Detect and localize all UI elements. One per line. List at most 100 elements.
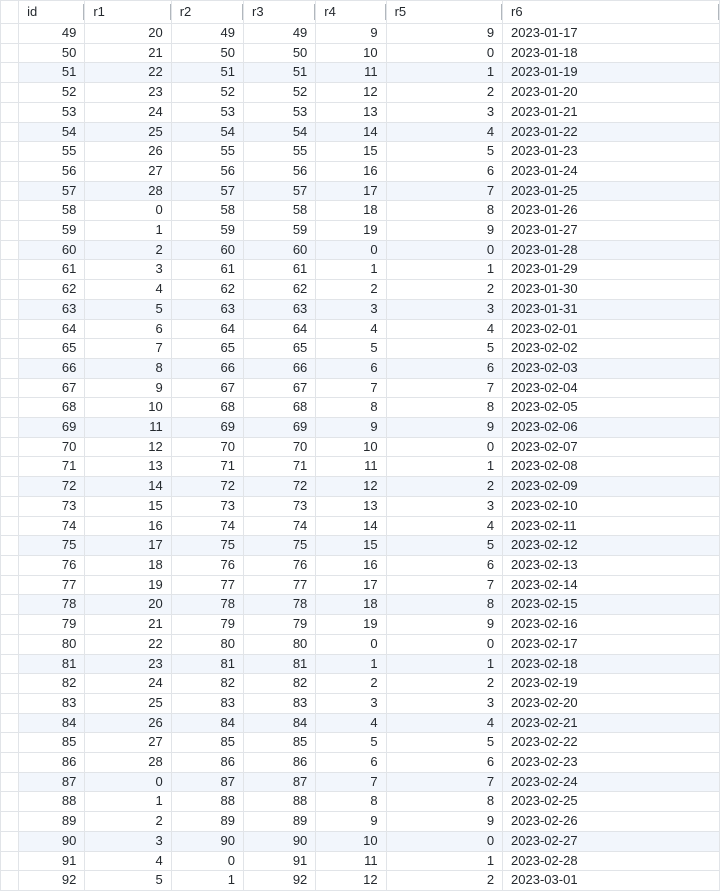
- cell-r6[interactable]: 2023-02-04: [503, 378, 720, 398]
- cell-r3[interactable]: 58: [243, 201, 315, 221]
- cell-r4[interactable]: 11: [316, 63, 386, 83]
- cell-r3[interactable]: 71: [243, 457, 315, 477]
- cell-r1[interactable]: 1: [85, 221, 171, 241]
- cell-r5[interactable]: 4: [386, 713, 502, 733]
- cell-r5[interactable]: 2: [386, 674, 502, 694]
- row-gutter[interactable]: [1, 299, 19, 319]
- cell-r1[interactable]: 16: [85, 516, 171, 536]
- cell-r2[interactable]: 57: [171, 181, 243, 201]
- cell-r6[interactable]: 2023-02-10: [503, 496, 720, 516]
- cell-r5[interactable]: 3: [386, 693, 502, 713]
- cell-r4[interactable]: 7: [316, 378, 386, 398]
- cell-r4[interactable]: 7: [316, 772, 386, 792]
- cell-r3[interactable]: 61: [243, 260, 315, 280]
- column-header-r4[interactable]: r4: [316, 1, 386, 24]
- cell-r3[interactable]: 89: [243, 812, 315, 832]
- cell-r6[interactable]: 2023-02-08: [503, 457, 720, 477]
- cell-r4[interactable]: 14: [316, 122, 386, 142]
- table-row[interactable]: 782078781882023-02-15: [1, 595, 720, 615]
- cell-r1[interactable]: 5: [85, 299, 171, 319]
- cell-r4[interactable]: 9: [316, 418, 386, 438]
- cell-r2[interactable]: 86: [171, 753, 243, 773]
- cell-r5[interactable]: 5: [386, 733, 502, 753]
- cell-r4[interactable]: 12: [316, 871, 386, 891]
- cell-r6[interactable]: 2023-02-15: [503, 595, 720, 615]
- cell-r2[interactable]: 56: [171, 161, 243, 181]
- cell-r5[interactable]: 3: [386, 496, 502, 516]
- cell-r4[interactable]: 13: [316, 496, 386, 516]
- cell-r5[interactable]: 0: [386, 43, 502, 63]
- cell-r1[interactable]: 21: [85, 43, 171, 63]
- table-row[interactable]: 6026060002023-01-28: [1, 240, 720, 260]
- cell-r2[interactable]: 51: [171, 63, 243, 83]
- cell-r5[interactable]: 8: [386, 792, 502, 812]
- cell-r2[interactable]: 53: [171, 102, 243, 122]
- cell-r6[interactable]: 2023-02-20: [503, 693, 720, 713]
- cell-r3[interactable]: 50: [243, 43, 315, 63]
- cell-r4[interactable]: 10: [316, 831, 386, 851]
- row-gutter[interactable]: [1, 63, 19, 83]
- cell-r3[interactable]: 56: [243, 161, 315, 181]
- cell-r4[interactable]: 2: [316, 280, 386, 300]
- cell-r5[interactable]: 7: [386, 378, 502, 398]
- cell-r4[interactable]: 0: [316, 240, 386, 260]
- row-gutter[interactable]: [1, 615, 19, 635]
- cell-r4[interactable]: 15: [316, 142, 386, 162]
- cell-r3[interactable]: 70: [243, 437, 315, 457]
- cell-r6[interactable]: 2023-01-25: [503, 181, 720, 201]
- cell-r2[interactable]: 75: [171, 536, 243, 556]
- cell-r2[interactable]: 82: [171, 674, 243, 694]
- cell-r6[interactable]: 2023-01-24: [503, 161, 720, 181]
- cell-r1[interactable]: 26: [85, 713, 171, 733]
- row-gutter[interactable]: [1, 871, 19, 891]
- cell-r1[interactable]: 12: [85, 437, 171, 457]
- cell-r6[interactable]: 2023-02-06: [503, 418, 720, 438]
- row-gutter[interactable]: [1, 398, 19, 418]
- cell-id[interactable]: 79: [19, 615, 85, 635]
- cell-r1[interactable]: 15: [85, 496, 171, 516]
- table-row[interactable]: 792179791992023-02-16: [1, 615, 720, 635]
- table-row[interactable]: 49204949992023-01-17: [1, 24, 720, 44]
- table-row[interactable]: 9251921222023-03-01: [1, 871, 720, 891]
- row-gutter[interactable]: [1, 83, 19, 103]
- row-gutter[interactable]: [1, 595, 19, 615]
- cell-r1[interactable]: 25: [85, 122, 171, 142]
- row-gutter[interactable]: [1, 240, 19, 260]
- cell-id[interactable]: 71: [19, 457, 85, 477]
- cell-r2[interactable]: 1: [171, 871, 243, 891]
- table-row[interactable]: 59159591992023-01-27: [1, 221, 720, 241]
- cell-r2[interactable]: 66: [171, 358, 243, 378]
- cell-r3[interactable]: 81: [243, 654, 315, 674]
- cell-r1[interactable]: 9: [85, 378, 171, 398]
- cell-r6[interactable]: 2023-02-07: [503, 437, 720, 457]
- cell-r6[interactable]: 2023-02-09: [503, 477, 720, 497]
- cell-r5[interactable]: 7: [386, 575, 502, 595]
- row-gutter[interactable]: [1, 575, 19, 595]
- cell-r5[interactable]: 9: [386, 615, 502, 635]
- row-gutter[interactable]: [1, 43, 19, 63]
- cell-id[interactable]: 73: [19, 496, 85, 516]
- cell-r2[interactable]: 50: [171, 43, 243, 63]
- table-row[interactable]: 81238181112023-02-18: [1, 654, 720, 674]
- cell-r5[interactable]: 0: [386, 240, 502, 260]
- cell-r1[interactable]: 3: [85, 831, 171, 851]
- data-grid[interactable]: idr1r2r3r4r5r6 49204949992023-01-1750215…: [0, 0, 720, 891]
- cell-id[interactable]: 64: [19, 319, 85, 339]
- column-resizer[interactable]: [718, 4, 719, 20]
- cell-r6[interactable]: 2023-01-23: [503, 142, 720, 162]
- cell-r6[interactable]: 2023-01-31: [503, 299, 720, 319]
- table-row[interactable]: 85278585552023-02-22: [1, 733, 720, 753]
- cell-r4[interactable]: 12: [316, 477, 386, 497]
- column-header-r5[interactable]: r5: [386, 1, 502, 24]
- cell-r1[interactable]: 28: [85, 753, 171, 773]
- row-gutter[interactable]: [1, 851, 19, 871]
- table-row[interactable]: 90390901002023-02-27: [1, 831, 720, 851]
- cell-r6[interactable]: 2023-02-27: [503, 831, 720, 851]
- cell-r6[interactable]: 2023-01-20: [503, 83, 720, 103]
- cell-r2[interactable]: 72: [171, 477, 243, 497]
- cell-r4[interactable]: 2: [316, 674, 386, 694]
- cell-id[interactable]: 84: [19, 713, 85, 733]
- cell-r2[interactable]: 49: [171, 24, 243, 44]
- cell-r5[interactable]: 2: [386, 477, 502, 497]
- cell-r5[interactable]: 9: [386, 221, 502, 241]
